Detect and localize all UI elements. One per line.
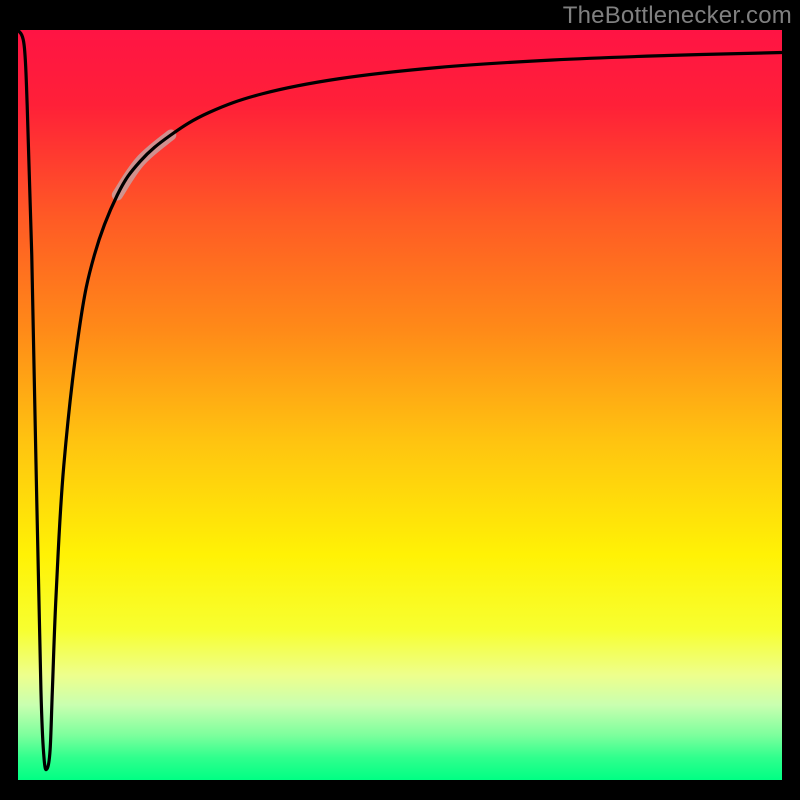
chart-container: TheBottlenecker.com bbox=[0, 0, 800, 800]
attribution-label: TheBottlenecker.com bbox=[563, 2, 792, 30]
plot-frame bbox=[18, 30, 782, 780]
plot-svg bbox=[18, 30, 782, 780]
gradient-background bbox=[18, 30, 782, 780]
